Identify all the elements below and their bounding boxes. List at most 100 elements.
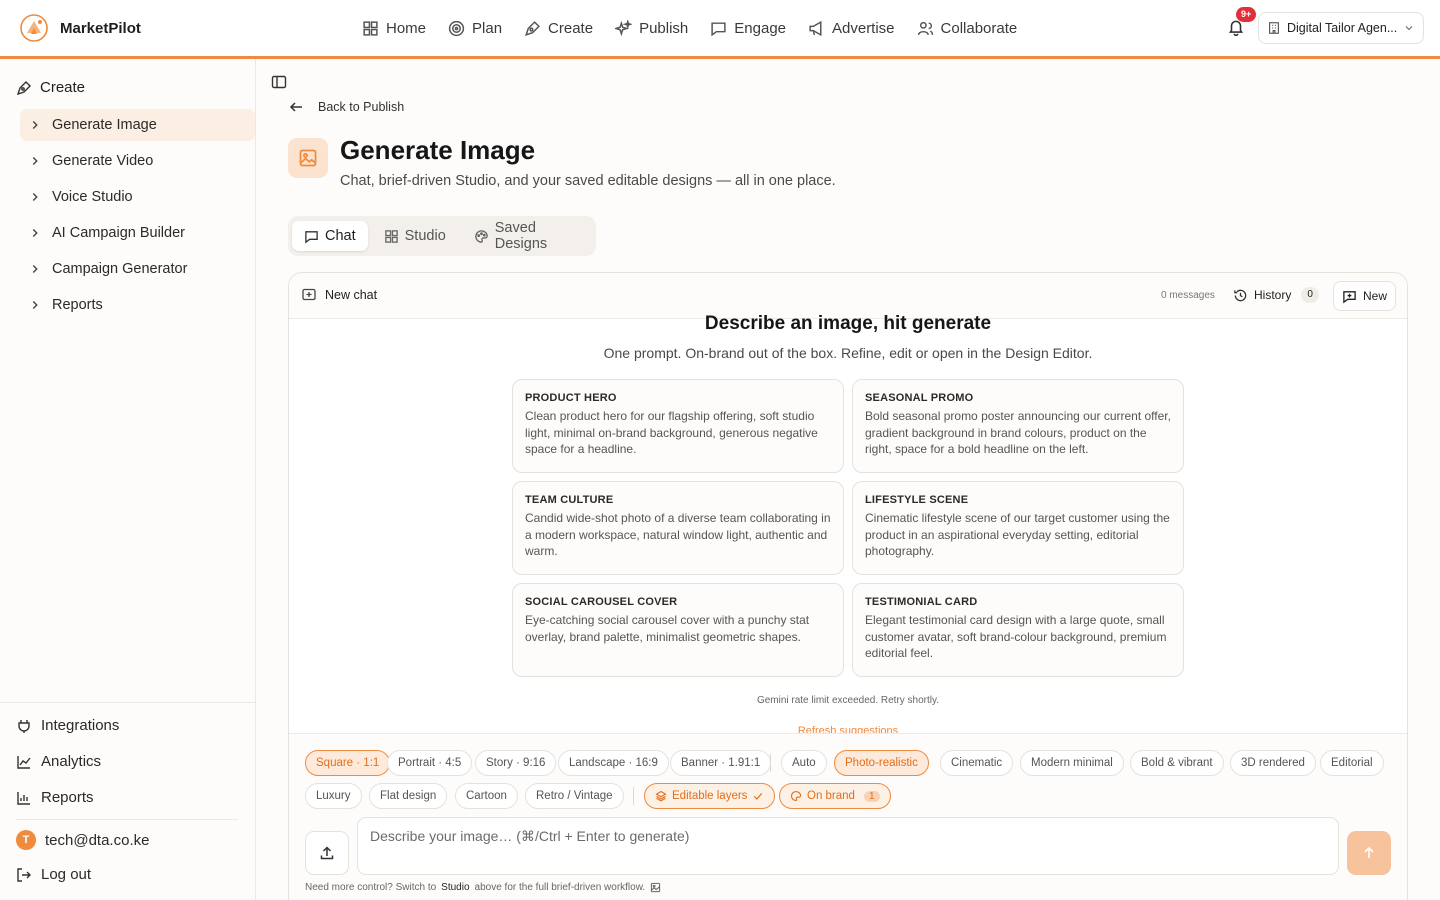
back-link[interactable]: Back to Publish xyxy=(288,99,404,115)
logout-button[interactable]: Log out xyxy=(16,866,91,883)
hint-prefix: Need more control? Switch to xyxy=(305,882,437,893)
aspect-chip-banner[interactable]: Banner · 1.91:1 xyxy=(670,750,772,776)
suggestion-title: LIFESTYLE SCENE xyxy=(865,494,969,506)
suggestion-card-testimonial-card[interactable]: TESTIMONIAL CARD Elegant testimonial car… xyxy=(852,583,1184,677)
sidebar-integrations[interactable]: Integrations xyxy=(16,717,119,734)
nav-create[interactable]: Create xyxy=(524,20,593,37)
editable-layers-label: Editable layers xyxy=(672,790,748,802)
arrow-left-icon xyxy=(288,99,304,115)
pen-tool-icon xyxy=(524,20,541,37)
new-chat-label: New xyxy=(1362,289,1387,303)
style-chip-retro-vintage[interactable]: Retro / Vintage xyxy=(525,783,624,809)
suggestion-body: Cinematic lifestyle scene of our target … xyxy=(865,511,1170,558)
message-plus-icon xyxy=(1342,289,1357,304)
style-chip-editorial[interactable]: Editorial xyxy=(1320,750,1384,776)
sidebar-analytics-label: Analytics xyxy=(41,753,102,770)
nav-advertise[interactable]: Advertise xyxy=(808,20,895,37)
history-button[interactable]: History 0 xyxy=(1233,287,1319,303)
refresh-suggestions-link[interactable]: Refresh suggestions xyxy=(289,725,1407,733)
pen-tool-icon xyxy=(16,80,32,96)
user-account[interactable]: T tech@dta.co.ke xyxy=(16,830,149,850)
generate-button[interactable] xyxy=(1347,831,1391,875)
style-chip-photo-realistic[interactable]: Photo-realistic xyxy=(834,750,929,776)
target-icon xyxy=(448,20,465,37)
sidebar-item-campaign-generator[interactable]: Campaign Generator xyxy=(20,253,255,285)
sidebar-toggle-icon[interactable] xyxy=(270,73,288,91)
suggestion-card-team-culture[interactable]: TEAM CULTURE Candid wide-shot photo of a… xyxy=(512,481,844,575)
aspect-chip-story[interactable]: Story · 9:16 xyxy=(475,750,557,776)
sidebar-item-reports[interactable]: Reports xyxy=(20,289,255,321)
history-label: History xyxy=(1254,288,1292,302)
aspect-chip-landscape[interactable]: Landscape · 16:9 xyxy=(558,750,669,776)
tab-studio[interactable]: Studio xyxy=(372,221,458,251)
aspect-chip-square[interactable]: Square · 1:1 xyxy=(305,750,391,776)
suggestion-card-seasonal-promo[interactable]: SEASONAL PROMO Bold seasonal promo poste… xyxy=(852,379,1184,473)
logout-label: Log out xyxy=(41,866,92,883)
suggestion-card-social-carousel-cover[interactable]: SOCIAL CAROUSEL COVER Eye-catching socia… xyxy=(512,583,844,677)
style-chip-flat-design[interactable]: Flat design xyxy=(369,783,448,809)
nav-collaborate[interactable]: Collaborate xyxy=(917,20,1017,37)
bar-chart-icon xyxy=(16,790,32,806)
upload-icon xyxy=(319,845,335,861)
grid-icon xyxy=(362,20,379,37)
editable-layers-toggle[interactable]: Editable layers xyxy=(644,783,776,809)
sidebar-item-label: Generate Image xyxy=(52,117,157,133)
org-switcher[interactable]: Digital Tailor Agen... xyxy=(1258,12,1424,44)
studio-link[interactable]: Studio xyxy=(441,882,469,893)
nav-publish-label: Publish xyxy=(639,19,689,37)
prompt-input[interactable]: Describe your image… (⌘/Ctrl + Enter to … xyxy=(357,817,1339,875)
back-link-label: Back to Publish xyxy=(318,100,405,114)
style-chip-cartoon[interactable]: Cartoon xyxy=(455,783,518,809)
history-count: 0 xyxy=(1301,287,1319,303)
nav-home[interactable]: Home xyxy=(362,20,426,37)
sidebar-item-label: Campaign Generator xyxy=(52,261,188,277)
page-subtitle: Chat, brief-driven Studio, and your save… xyxy=(340,173,836,189)
aspect-chip-portrait[interactable]: Portrait · 4:5 xyxy=(387,750,473,776)
sidebar-section-create[interactable]: Create xyxy=(16,79,85,96)
image-icon xyxy=(650,882,661,893)
nav-publish[interactable]: Publish xyxy=(615,19,689,37)
sidebar-reports[interactable]: Reports xyxy=(16,789,94,806)
suggestion-card-lifestyle-scene[interactable]: LIFESTYLE SCENE Cinematic lifestyle scen… xyxy=(852,481,1184,575)
on-brand-count: 1 xyxy=(863,790,880,802)
style-chip-3d-rendered[interactable]: 3D rendered xyxy=(1230,750,1316,776)
sidebar-analytics[interactable]: Analytics xyxy=(16,753,101,770)
style-chip-bold-vibrant[interactable]: Bold & vibrant xyxy=(1130,750,1224,776)
main-nav: Home Plan Create Publish Engage Advertis… xyxy=(362,0,1017,56)
chat-title: New chat xyxy=(301,287,377,303)
users-icon xyxy=(917,20,934,37)
chat-title-label: New chat xyxy=(325,288,378,302)
suggestion-title: TESTIMONIAL CARD xyxy=(865,596,978,608)
style-chip-modern-minimal[interactable]: Modern minimal xyxy=(1020,750,1124,776)
sidebar-item-label: Reports xyxy=(52,297,103,313)
sidebar-item-generate-video[interactable]: Generate Video xyxy=(20,145,255,177)
upload-button[interactable] xyxy=(305,831,349,875)
brand-name: MarketPilot xyxy=(60,19,141,37)
suggestion-card-product-hero[interactable]: PRODUCT HERO Clean product hero for our … xyxy=(512,379,844,473)
tab-saved-designs[interactable]: Saved Designs xyxy=(462,220,592,252)
on-brand-toggle[interactable]: On brand 1 xyxy=(779,783,891,809)
composer-hint: Need more control? Switch to Studio abov… xyxy=(305,882,661,893)
sidebar-item-voice-studio[interactable]: Voice Studio xyxy=(20,181,255,213)
style-chip-auto[interactable]: Auto xyxy=(781,750,827,776)
new-chat-button[interactable]: New xyxy=(1333,281,1396,311)
sidebar-item-ai-campaign-builder[interactable]: AI Campaign Builder xyxy=(20,217,255,249)
nav-plan[interactable]: Plan xyxy=(448,20,502,37)
tab-chat[interactable]: Chat xyxy=(292,221,368,251)
nav-create-label: Create xyxy=(548,19,594,37)
style-chip-cinematic[interactable]: Cinematic xyxy=(940,750,1014,776)
suggestion-title: SOCIAL CAROUSEL COVER xyxy=(525,596,678,608)
brand[interactable]: MarketPilot xyxy=(18,12,141,44)
sidebar-item-generate-image[interactable]: Generate Image xyxy=(20,109,255,141)
sidebar: Create Generate Image Generate Video Voi… xyxy=(0,59,256,900)
user-email: tech@dta.co.ke xyxy=(45,831,150,849)
chevron-right-icon xyxy=(28,154,42,168)
on-brand-label: On brand xyxy=(807,790,855,802)
history-icon xyxy=(1233,288,1248,303)
nav-engage[interactable]: Engage xyxy=(710,20,786,37)
suggestion-body: Candid wide-shot photo of a diverse team… xyxy=(525,511,831,558)
sidebar-divider xyxy=(0,702,255,703)
sidebar-section-title: Create xyxy=(40,79,86,96)
style-chip-luxury[interactable]: Luxury xyxy=(305,783,362,809)
sparkles-icon xyxy=(615,19,633,37)
